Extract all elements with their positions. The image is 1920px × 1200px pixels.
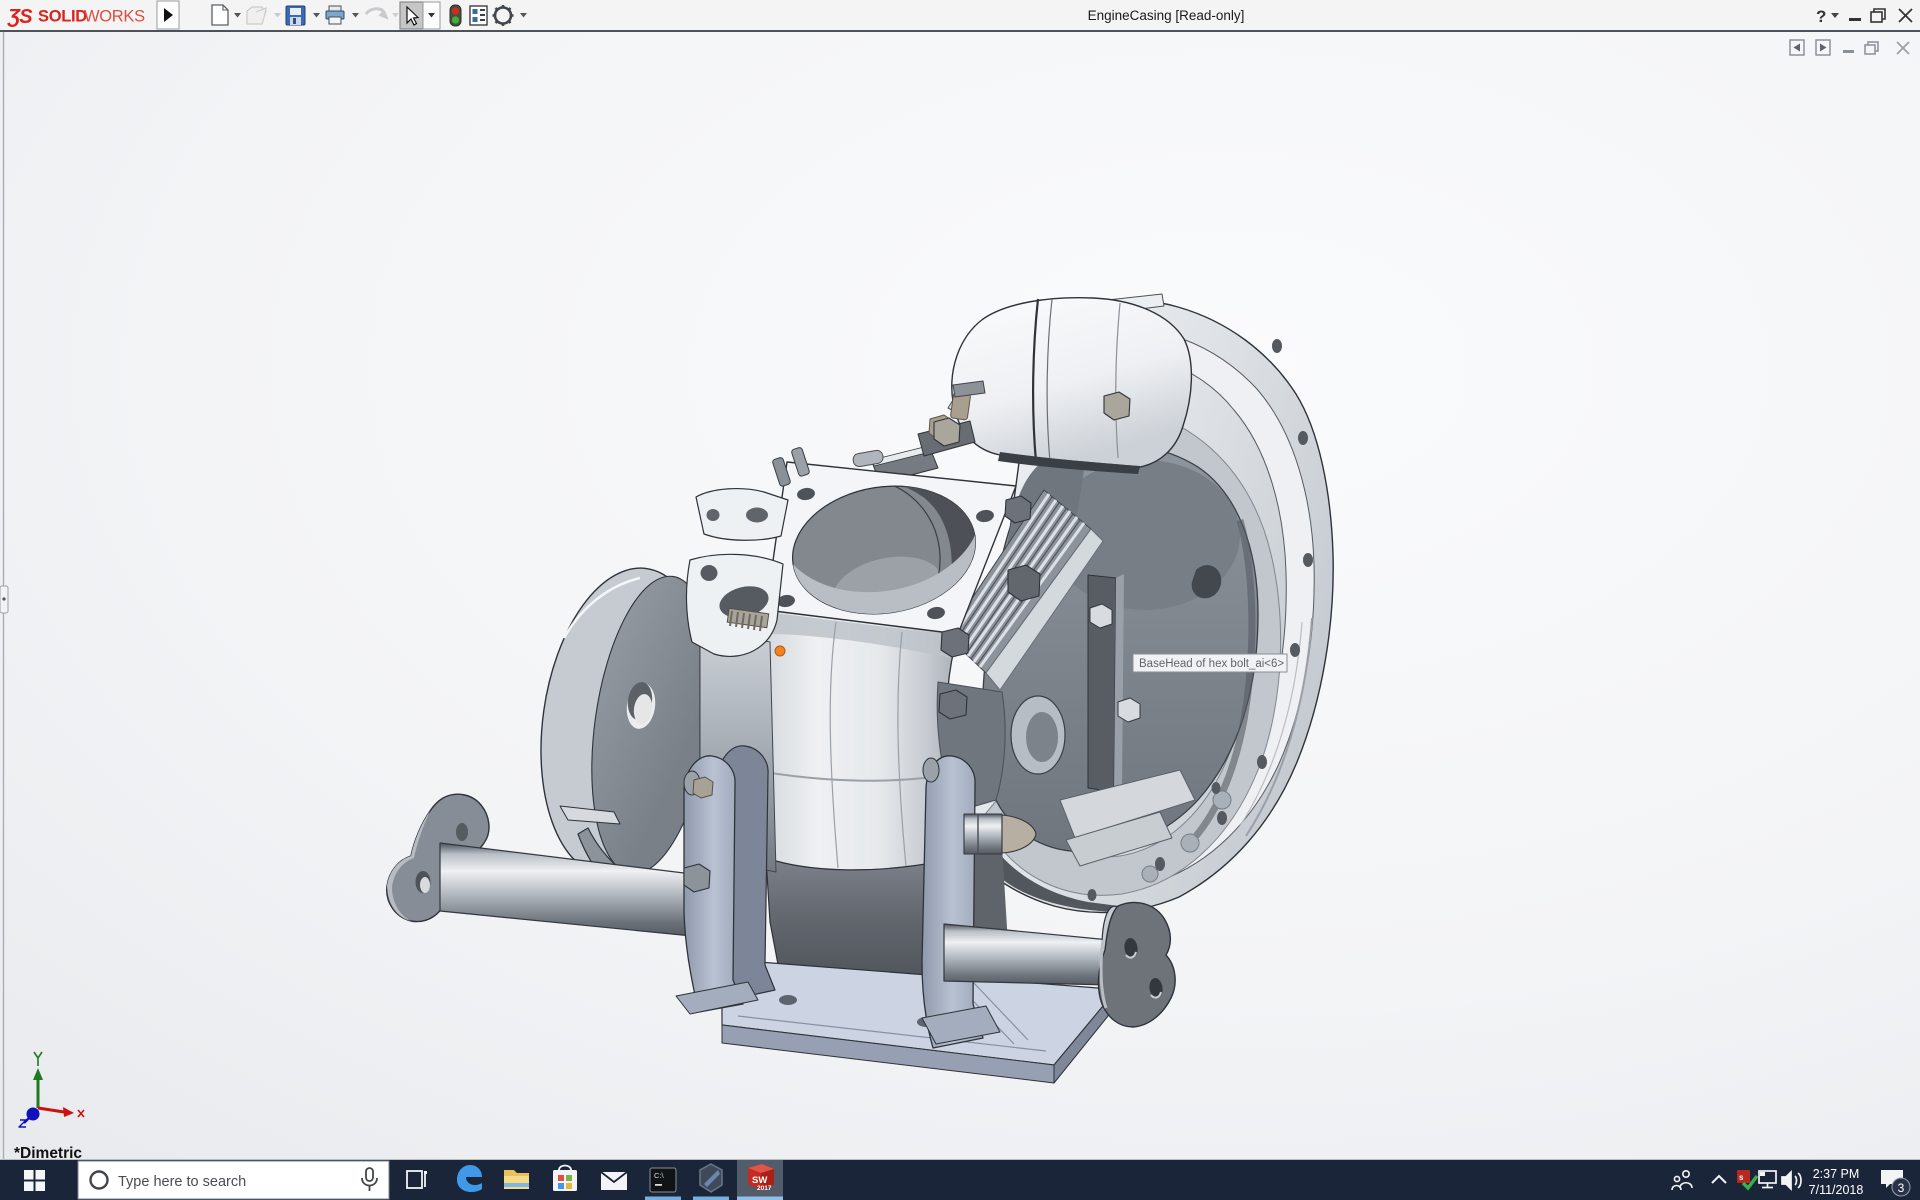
svg-text:SOLID: SOLID — [38, 8, 87, 26]
svg-text:3: 3 — [1898, 1181, 1905, 1195]
svg-text:s: s — [1739, 1173, 1744, 1182]
svg-text:C:\: C:\ — [654, 1171, 665, 1180]
svg-text:Type here to search: Type here to search — [118, 1174, 246, 1190]
svg-text:ƷS: ƷS — [7, 6, 33, 28]
svg-text:BaseHead of hex bolt_ai<6>: BaseHead of hex bolt_ai<6> — [1139, 658, 1284, 670]
svg-text:?: ? — [1816, 7, 1826, 26]
svg-text:WORKS: WORKS — [84, 8, 145, 26]
svg-text:2017: 2017 — [757, 1185, 772, 1192]
svg-text:7/11/2018: 7/11/2018 — [1809, 1183, 1864, 1197]
svg-text:2:37 PM: 2:37 PM — [1813, 1167, 1860, 1181]
svg-text:EngineCasing [Read-only]: EngineCasing [Read-only] — [1088, 8, 1245, 23]
